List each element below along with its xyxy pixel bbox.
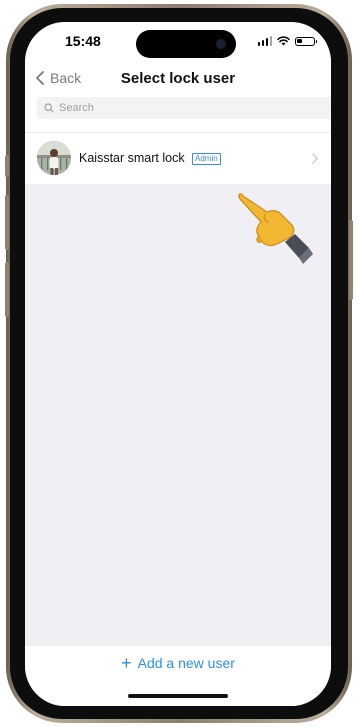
phone-frame: 15:48 Back Select lock user Search Kaiss…: [0, 0, 357, 727]
search-bar[interactable]: [37, 97, 331, 119]
pointing-hand-icon: [238, 193, 313, 264]
silent-switch: [5, 155, 9, 177]
search-input[interactable]: [59, 102, 299, 114]
bottom-action-bar: + Add a new user: [25, 646, 331, 706]
volume-down-button: [5, 262, 9, 317]
page-title: Select lock user: [120, 70, 236, 87]
user-avatar: [37, 141, 71, 175]
wifi-icon: [277, 36, 290, 46]
signal-icon: [257, 36, 272, 46]
plus-icon: +: [121, 653, 132, 673]
search-section: [25, 92, 331, 132]
navigation-bar: Back Select lock user: [25, 66, 331, 92]
volume-up-button: [5, 195, 9, 250]
battery-icon: [295, 36, 317, 46]
status-icons: [257, 34, 317, 48]
status-bar: 15:48: [25, 22, 331, 66]
app-screen: 15:48 Back Select lock user Search Kaiss…: [25, 22, 331, 706]
search-icon: [44, 103, 54, 113]
home-indicator[interactable]: [128, 694, 228, 698]
status-time: 15:48: [65, 33, 101, 49]
battery-level-fill: [297, 38, 302, 43]
admin-badge: Admin: [192, 153, 221, 165]
front-camera: [216, 39, 226, 49]
add-new-user-label: Add a new user: [137, 655, 235, 671]
user-name: Kaisstar smart lock: [79, 151, 185, 165]
add-new-user-button[interactable]: + Add a new user: [25, 653, 331, 673]
user-list-item[interactable]: Kaisstar smart lock Admin: [25, 132, 331, 184]
chevron-right-icon: [312, 153, 318, 164]
power-button: [349, 220, 353, 300]
dynamic-island: [136, 30, 236, 58]
